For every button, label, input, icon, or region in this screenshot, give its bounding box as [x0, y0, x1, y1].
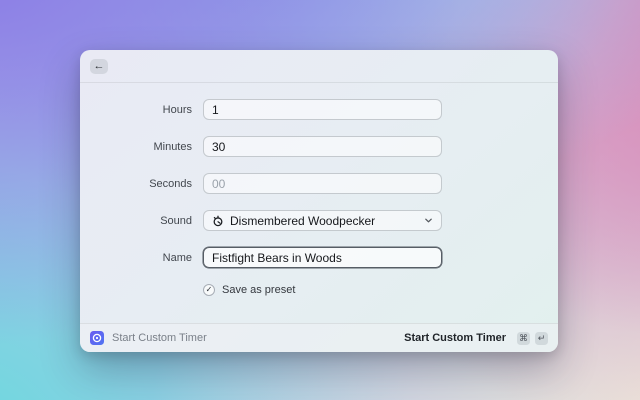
- action-bar: Start Custom Timer Start Custom Timer ⌘ …: [80, 323, 558, 352]
- checkbox-checked-icon[interactable]: ✓: [203, 284, 215, 296]
- window-header: ←: [80, 50, 558, 83]
- name-input[interactable]: [203, 247, 442, 268]
- custom-timer-window: ← Hours Minutes Seconds Sound: [80, 50, 558, 352]
- seconds-row: Seconds: [80, 173, 442, 194]
- minutes-input[interactable]: [203, 136, 442, 157]
- timer-app-icon: [90, 331, 104, 345]
- sound-row: Sound Dismembered Woodpecker: [80, 210, 442, 231]
- timer-form: Hours Minutes Seconds Sound: [80, 83, 558, 296]
- sound-selected-value: Dismembered Woodpecker: [230, 214, 418, 228]
- return-key-glyph: ↵: [538, 334, 546, 343]
- stopwatch-icon: [212, 215, 224, 227]
- chevron-down-icon: [424, 216, 433, 225]
- minutes-label: Minutes: [80, 141, 192, 153]
- command-key-glyph: ⌘: [519, 334, 528, 343]
- return-key-icon: ↵: [535, 332, 548, 345]
- back-arrow-icon: ←: [94, 61, 105, 72]
- save-as-preset-label: Save as preset: [222, 284, 295, 296]
- back-button[interactable]: ←: [90, 59, 108, 74]
- hours-label: Hours: [80, 104, 192, 116]
- footer-command-title: Start Custom Timer: [112, 332, 207, 344]
- hours-row: Hours: [80, 99, 442, 120]
- name-row: Name: [80, 247, 442, 268]
- command-key-icon: ⌘: [517, 332, 530, 345]
- seconds-input[interactable]: [203, 173, 442, 194]
- minutes-row: Minutes: [80, 136, 442, 157]
- primary-action[interactable]: Start Custom Timer ⌘ ↵: [404, 332, 548, 345]
- save-as-preset-checkbox-row[interactable]: ✓ Save as preset: [203, 284, 558, 296]
- check-icon: ✓: [206, 286, 213, 294]
- sound-dropdown[interactable]: Dismembered Woodpecker: [203, 210, 442, 231]
- primary-action-label: Start Custom Timer: [404, 332, 506, 344]
- seconds-label: Seconds: [80, 178, 192, 190]
- hours-input[interactable]: [203, 99, 442, 120]
- name-label: Name: [80, 252, 192, 264]
- sound-label: Sound: [80, 215, 192, 227]
